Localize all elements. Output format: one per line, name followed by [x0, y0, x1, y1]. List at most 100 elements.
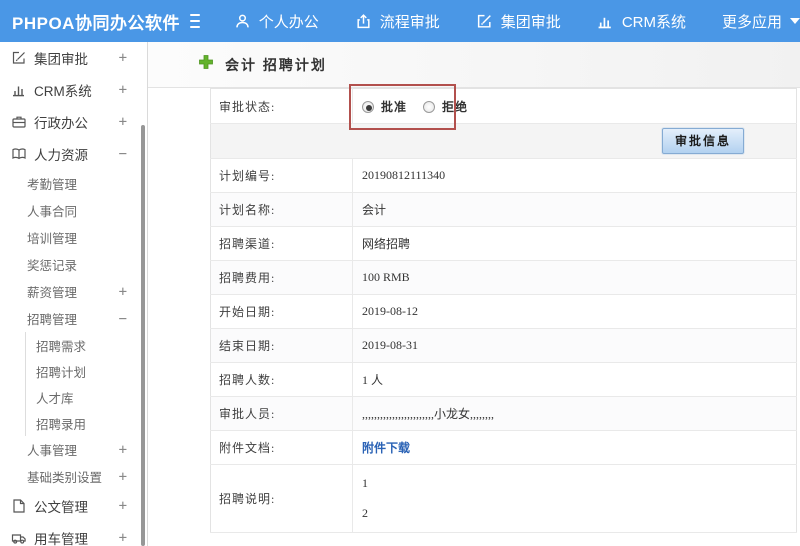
caret-down-icon: [790, 18, 800, 29]
expand-toggle[interactable]: +: [119, 82, 127, 98]
nav-item-more-apps[interactable]: 更多应用: [722, 11, 800, 32]
sidebar-item-label: 薪资管理: [27, 286, 78, 300]
sidebar-item-hr-contract[interactable]: 人事合同: [0, 197, 147, 224]
sidebar-item-label: 考勤管理: [27, 178, 78, 192]
field-label: 结束日期:: [210, 328, 353, 363]
expand-toggle[interactable]: +: [119, 530, 127, 546]
edit-icon: [11, 50, 27, 66]
field-label: 招聘人数:: [210, 362, 353, 397]
table-row: 招聘渠道: 网络招聘: [210, 226, 797, 261]
sidebar-item-label: CRM系统: [34, 84, 92, 99]
approval-status-options: 批准 拒绝: [352, 88, 797, 124]
sidebar: 集团审批 + CRM系统 + 行政办公 + 人力资源 − 考勤管理 人事合同 培…: [0, 42, 148, 546]
sidebar-item-recruitment[interactable]: 招聘管理 −: [0, 305, 147, 332]
field-value-start-date: 2019-08-12: [352, 294, 797, 329]
flow-icon: [355, 13, 372, 30]
sidebar-item-recruitment-plan[interactable]: 招聘计划: [26, 358, 147, 384]
recruitment-submenu: 招聘需求 招聘计划 人才库 招聘录用: [25, 332, 147, 436]
sidebar-item-talent-pool[interactable]: 人才库: [26, 384, 147, 410]
nav-item-personal-office[interactable]: 个人办公: [234, 11, 319, 32]
expand-toggle[interactable]: +: [119, 114, 127, 130]
sidebar-item-label: 培训管理: [27, 232, 78, 246]
table-row: 计划名称: 会计: [210, 192, 797, 227]
sidebar-item-training[interactable]: 培训管理: [0, 224, 147, 251]
field-value-plan-name: 会计: [352, 192, 797, 227]
chart-icon: [11, 82, 27, 98]
sidebar-item-label: 集团审批: [34, 52, 88, 67]
sidebar-item-crm[interactable]: CRM系统 +: [0, 74, 147, 106]
expand-toggle[interactable]: +: [119, 284, 127, 300]
field-label: 招聘说明:: [210, 464, 353, 533]
sidebar-item-group-approval[interactable]: 集团审批 +: [0, 42, 147, 74]
sidebar-item-recruitment-needs[interactable]: 招聘需求: [26, 332, 147, 358]
expand-toggle[interactable]: +: [119, 50, 127, 66]
page-title: 会计 招聘计划: [225, 56, 327, 73]
nav-item-label: 集团审批: [500, 13, 561, 31]
expand-toggle[interactable]: +: [119, 469, 127, 485]
sidebar-item-recruitment-hiring[interactable]: 招聘录用: [26, 410, 147, 436]
nav-item-workflow-approval[interactable]: 流程审批: [355, 11, 440, 32]
table-row: 招聘费用: 100 RMB: [210, 260, 797, 295]
plus-icon: [198, 54, 214, 75]
field-label: 审批人员:: [210, 396, 353, 431]
main-content: 会计 招聘计划 审批状态: 批准 拒绝 审批信息 计划编号: 201908121…: [148, 42, 800, 546]
collapse-toggle[interactable]: −: [119, 146, 127, 162]
sidebar-item-attendance[interactable]: 考勤管理: [0, 170, 147, 197]
table-row: 开始日期: 2019-08-12: [210, 294, 797, 329]
nav-item-label: CRM系统: [621, 13, 686, 31]
radio-reject[interactable]: [423, 100, 436, 113]
table-row: 审批信息: [210, 123, 797, 159]
expand-toggle[interactable]: +: [119, 498, 127, 514]
field-value-description: 1 2: [352, 464, 797, 533]
top-nav: 个人办公 流程审批 集团审批 CRM系统 更多应用: [234, 11, 800, 32]
expand-toggle[interactable]: +: [119, 442, 127, 458]
sidebar-item-label: 基础类别设置: [27, 471, 103, 485]
user-icon: [234, 13, 251, 30]
field-label: 审批状态:: [210, 88, 353, 124]
field-label: 招聘渠道:: [210, 226, 353, 261]
sidebar-item-vehicle[interactable]: 用车管理 +: [0, 522, 147, 546]
sidebar-item-personnel[interactable]: 人事管理 +: [0, 436, 147, 463]
field-label: 计划名称:: [210, 192, 353, 227]
table-row: 招聘说明: 1 2: [210, 464, 797, 533]
nav-item-crm[interactable]: CRM系统: [597, 11, 686, 32]
sidebar-item-human-resources[interactable]: 人力资源 −: [0, 138, 147, 170]
sidebar-item-label: 人事管理: [27, 444, 78, 458]
sidebar-item-label: 人才库: [36, 391, 74, 406]
radio-approve[interactable]: [362, 100, 374, 113]
sidebar-item-label: 招聘计划: [36, 365, 87, 380]
table-row: 计划编号: 20190812111340: [210, 158, 797, 193]
table-row: 审批状态: 批准 拒绝: [210, 88, 797, 124]
nav-item-label: 更多应用: [721, 13, 782, 31]
recruitment-plan-detail: 审批状态: 批准 拒绝 审批信息 计划编号: 20190812111340 计划…: [210, 84, 797, 533]
field-label: 附件文档:: [210, 430, 353, 465]
attachment-download-link[interactable]: 附件下载: [362, 441, 410, 455]
table-row: 附件文档: 附件下载: [210, 430, 797, 465]
briefcase-icon: [11, 114, 27, 130]
app-title: PHPOA协同办公软件: [12, 13, 180, 33]
field-label: 开始日期:: [210, 294, 353, 329]
collapse-toggle[interactable]: −: [119, 311, 127, 327]
description-line: 1: [362, 476, 368, 490]
approval-info-button[interactable]: 审批信息: [661, 128, 744, 154]
edit-icon: [476, 13, 493, 30]
sidebar-item-label: 公文管理: [34, 500, 88, 515]
radio-reject-label[interactable]: 拒绝: [442, 100, 468, 114]
sidebar-item-admin-office[interactable]: 行政办公 +: [0, 106, 147, 138]
description-line: 2: [362, 506, 368, 520]
radio-approve-label[interactable]: 批准: [381, 100, 407, 114]
chart-icon: [597, 13, 614, 30]
nav-item-group-approval[interactable]: 集团审批: [476, 11, 561, 32]
sidebar-scrollbar[interactable]: [141, 125, 145, 546]
page-header: 会计 招聘计划: [148, 42, 800, 88]
sidebar-item-label: 招聘录用: [36, 417, 87, 432]
sidebar-item-salary[interactable]: 薪资管理 +: [0, 278, 147, 305]
sidebar-item-official-docs[interactable]: 公文管理 +: [0, 490, 147, 522]
nav-item-label: 流程审批: [379, 13, 440, 31]
sidebar-item-rewards-punishments[interactable]: 奖惩记录: [0, 251, 147, 278]
field-value-channel: 网络招聘: [352, 226, 797, 261]
sidebar-item-base-categories[interactable]: 基础类别设置 +: [0, 463, 147, 490]
hamburger-menu-icon[interactable]: [189, 10, 200, 32]
field-value-plan-number: 20190812111340: [352, 158, 797, 193]
field-value-end-date: 2019-08-31: [352, 328, 797, 363]
